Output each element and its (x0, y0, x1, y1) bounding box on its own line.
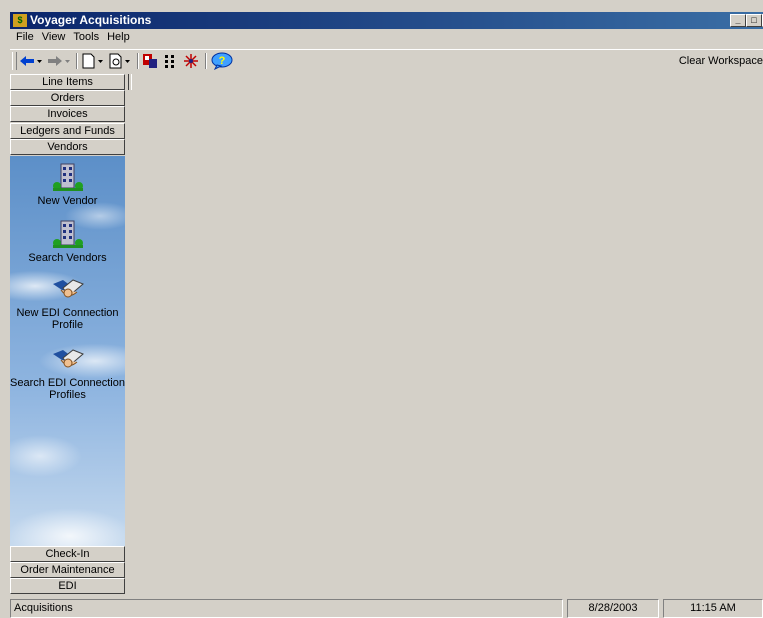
toolbar-separator (76, 53, 78, 69)
building-icon (52, 163, 83, 191)
help-button[interactable]: ? (210, 52, 234, 70)
status-time: 11:15 AM (663, 599, 763, 618)
svg-text:?: ? (219, 55, 226, 67)
status-date: 8/28/2003 (567, 599, 659, 618)
forward-button[interactable] (46, 52, 72, 70)
building-icon (52, 220, 83, 248)
module-vendors[interactable]: Vendors (10, 139, 125, 155)
menu-help[interactable]: Help (103, 29, 134, 46)
record-button[interactable] (141, 52, 159, 70)
module-line-items[interactable]: Line Items (10, 74, 125, 90)
menu-tools[interactable]: Tools (69, 29, 103, 46)
menu-view[interactable]: View (38, 29, 70, 46)
print-preview-icon (109, 53, 130, 69)
handshake-icon (52, 279, 84, 298)
preview-button[interactable] (107, 52, 133, 70)
toolbar-separator (137, 53, 139, 69)
new-vendor-shortcut[interactable]: New Vendor (10, 162, 125, 207)
columns-icon (165, 55, 174, 68)
status-bar: Acquisitions 8/28/2003 11:15 AM (10, 599, 763, 618)
workspace-area (132, 74, 763, 595)
title-bar[interactable]: $ Voyager Acquisitions _ □ × (10, 12, 763, 29)
module-invoices[interactable]: Invoices (10, 106, 125, 122)
new-document-icon (82, 53, 103, 69)
menu-file[interactable]: File (12, 29, 38, 46)
maximize-button[interactable]: □ (746, 14, 762, 27)
back-button[interactable] (18, 52, 44, 70)
help-icon: ? (211, 52, 233, 70)
search-edi-profiles-shortcut[interactable]: Search EDI Connection Profiles (10, 346, 125, 401)
new-vendor-label: New Vendor (37, 195, 98, 207)
voyager-app-icon[interactable]: $ (13, 14, 27, 27)
search-vendors-label: Search Vendors (28, 252, 107, 264)
forward-arrow-icon (48, 56, 70, 66)
handshake-icon (52, 349, 84, 368)
new-edi-profile-label: New EDI Connection Profile (16, 307, 119, 331)
module-order-maintenance[interactable]: Order Maintenance (10, 562, 125, 578)
clear-workspace-button[interactable]: Clear Workspace (679, 50, 763, 72)
module-sidebar: Line Items Orders Invoices Ledgers and F… (10, 74, 125, 595)
vendors-shortcut-panel: New Vendor Search Vendors New EDI Connec… (10, 156, 125, 546)
module-ledgers-and-funds[interactable]: Ledgers and Funds (10, 123, 125, 139)
toolbar-grip[interactable] (12, 52, 17, 70)
minimize-button[interactable]: _ (730, 14, 746, 27)
module-edi[interactable]: EDI (10, 578, 125, 594)
toolbar: ? Clear Workspace (10, 49, 763, 72)
toolbar-separator (205, 53, 207, 69)
search-edi-profiles-label: Search EDI Connection Profiles (10, 377, 125, 401)
asterisk-button[interactable] (182, 52, 200, 70)
new-edi-profile-shortcut[interactable]: New EDI Connection Profile (10, 276, 125, 331)
application-window: $ Voyager Acquisitions _ □ × FileViewToo… (0, 0, 763, 618)
search-vendors-shortcut[interactable]: Search Vendors (10, 219, 125, 264)
menu-bar: File View Tools Help (10, 29, 763, 46)
module-orders[interactable]: Orders (10, 90, 125, 106)
asterisk-icon (184, 54, 198, 68)
back-arrow-icon (20, 56, 42, 66)
new-button[interactable] (80, 52, 106, 70)
window-title: Voyager Acquisitions (30, 13, 152, 27)
module-check-in[interactable]: Check-In (10, 546, 125, 562)
columns-button[interactable] (162, 52, 178, 70)
record-icon (143, 54, 157, 68)
status-module: Acquisitions (10, 599, 563, 618)
